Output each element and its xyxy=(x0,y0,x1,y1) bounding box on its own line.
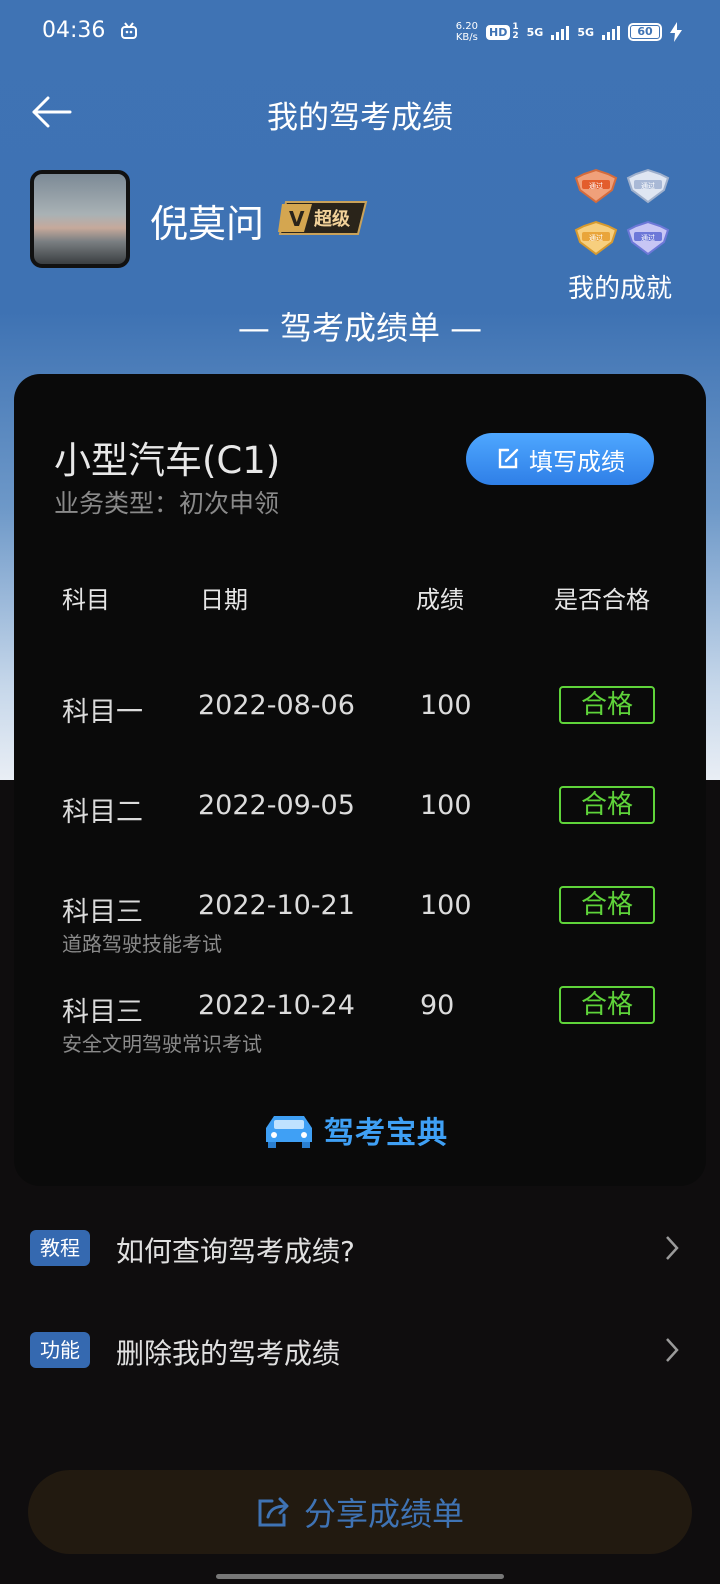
medal-label: 通过 xyxy=(641,233,655,242)
page-title: 我的驾考成绩 xyxy=(267,100,453,136)
medal-label: 通过 xyxy=(589,233,603,242)
medal-silver-icon[interactable]: 通过 xyxy=(624,166,672,206)
username: 倪莫问 xyxy=(150,202,265,246)
pass-badge: 合格 xyxy=(559,886,655,924)
home-indicator[interactable] xyxy=(216,1574,504,1579)
business-type: 业务类型：初次申领 xyxy=(54,489,280,518)
svg-text:V: V xyxy=(289,207,305,231)
battery-icon: 60 xyxy=(628,23,662,41)
pass-badge: 合格 xyxy=(559,786,655,824)
edit-icon xyxy=(498,448,519,469)
status-time: 04:36 xyxy=(42,18,106,43)
row-subject: 科目三 xyxy=(62,997,143,1028)
column-score: 成绩 xyxy=(416,586,464,614)
row-score: 90 xyxy=(420,990,455,1021)
pass-badge: 合格 xyxy=(559,686,655,724)
medal-bronze-icon[interactable]: 通过 xyxy=(572,166,620,206)
column-date: 日期 xyxy=(200,586,248,614)
network-5g-1: 5G xyxy=(526,25,544,39)
list-item-text: 删除我的驾考成绩 xyxy=(116,1337,341,1370)
pass-badge: 合格 xyxy=(559,986,655,1024)
section-title: — 驾考成绩单 — xyxy=(237,309,483,347)
chevron-right-icon xyxy=(666,1236,679,1260)
share-report-button[interactable]: 分享成绩单 xyxy=(28,1470,692,1554)
network-5g-2: 5G xyxy=(577,25,594,39)
column-subject: 科目 xyxy=(62,586,110,614)
row-score: 100 xyxy=(420,890,472,921)
share-label: 分享成绩单 xyxy=(303,1495,464,1533)
list-item-delete-scores[interactable]: 功能 删除我的驾考成绩 xyxy=(0,1302,720,1398)
fill-score-button[interactable]: 填写成绩 xyxy=(466,433,654,485)
column-pass: 是否合格 xyxy=(554,586,650,614)
chevron-right-icon xyxy=(666,1338,679,1362)
row-subject: 科目一 xyxy=(62,697,143,728)
medal-gold-icon[interactable]: 通过 xyxy=(572,218,620,258)
row-date: 2022-10-24 xyxy=(198,990,355,1021)
share-icon xyxy=(258,1497,289,1527)
medal-purple-icon[interactable]: 通过 xyxy=(624,218,672,258)
row-subject: 科目三 xyxy=(62,897,143,928)
brand-logo: 驾考宝典 xyxy=(260,1108,448,1152)
row-score: 100 xyxy=(420,690,472,721)
fill-score-label: 填写成绩 xyxy=(529,447,625,476)
list-item-how-to-query[interactable]: 教程 如何查询驾考成绩? xyxy=(0,1200,720,1296)
status-bar: 04:36 6.20 KB/s HD 12 5G 5G 60 xyxy=(0,0,720,64)
row-subject: 科目二 xyxy=(62,797,143,828)
bilibili-notify-icon xyxy=(121,22,137,39)
list-item-text: 如何查询驾考成绩? xyxy=(116,1235,355,1268)
vip-label: 超级 xyxy=(314,209,350,230)
hd-sim-index: 12 xyxy=(512,23,518,41)
row-note: 道路驾驶技能考试 xyxy=(62,932,222,956)
function-tag: 功能 xyxy=(30,1332,90,1368)
charging-icon xyxy=(670,22,682,42)
row-note: 安全文明驾驶常识考试 xyxy=(62,1032,262,1056)
medal-label: 通过 xyxy=(641,181,655,190)
tutorial-tag: 教程 xyxy=(30,1230,90,1266)
row-date: 2022-09-05 xyxy=(198,790,355,821)
avatar[interactable] xyxy=(30,170,130,268)
row-date: 2022-08-06 xyxy=(198,690,355,721)
speed-unit: KB/s xyxy=(455,32,478,43)
network-speed: 6.20 KB/s xyxy=(456,21,478,43)
brand-name: 驾考宝典 xyxy=(324,1116,448,1151)
hd-sub: 2 xyxy=(512,31,519,41)
medal-label: 通过 xyxy=(589,181,603,190)
vehicle-type: 小型汽车(C1) xyxy=(54,439,281,482)
status-icons: 6.20 KB/s HD 12 5G 5G 60 xyxy=(456,18,682,46)
achievements-link[interactable]: 我的成就 xyxy=(568,268,672,305)
speed-value: 6.20 xyxy=(455,21,479,32)
row-date: 2022-10-21 xyxy=(198,890,355,921)
battery-level: 60 xyxy=(631,26,659,38)
signal-icon xyxy=(602,24,620,40)
signal-icon xyxy=(551,24,570,40)
row-score: 100 xyxy=(420,790,472,821)
car-logo-icon xyxy=(266,1116,312,1148)
hd-badge: HD xyxy=(486,24,511,40)
